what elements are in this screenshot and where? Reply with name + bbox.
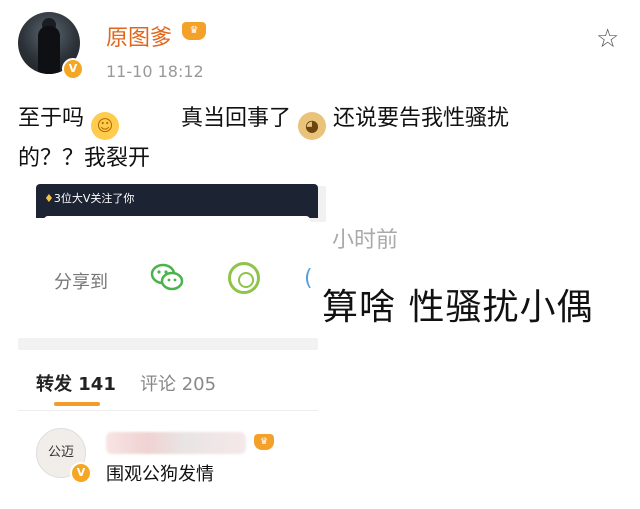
partial-share-icon[interactable]: ( xyxy=(304,266,318,291)
repost-crown-icon: ♛ xyxy=(254,434,274,450)
wechat-icon[interactable] xyxy=(150,262,184,292)
thinking-face-emoji-icon: ☺ xyxy=(91,112,120,140)
notification-text: ♦3位大V关注了你 xyxy=(44,192,135,205)
tab-comment-count: 205 xyxy=(181,374,217,395)
overlay-time-ago: 小时前 xyxy=(332,228,399,253)
tab-divider xyxy=(18,410,318,411)
post-text-segment: 至于吗 xyxy=(18,106,85,131)
username[interactable]: 原图爹 xyxy=(106,20,172,52)
tab-repost[interactable]: 转发 141 xyxy=(36,370,116,396)
tab-repost-label: 转发 xyxy=(36,374,72,395)
repost-text: 围观公狗发情 xyxy=(106,464,214,485)
post-text-segment: 还说要告我性骚扰 xyxy=(333,106,510,131)
crown-icon: ♛ xyxy=(182,22,206,40)
moments-icon[interactable] xyxy=(228,262,260,294)
favorite-star-icon[interactable]: ☆ xyxy=(596,24,619,54)
tab-comment[interactable]: 评论 205 xyxy=(140,370,216,396)
blurred-username[interactable] xyxy=(106,432,246,454)
verified-badge-icon: V xyxy=(62,58,84,80)
active-tab-indicator xyxy=(54,402,100,406)
overlay-caption: 算啥 性骚扰小偶 xyxy=(322,287,594,328)
post-timestamp: 11-10 18:12 xyxy=(106,62,204,81)
tab-repost-count: 141 xyxy=(78,374,116,395)
section-separator xyxy=(18,338,318,350)
notification-card-edge xyxy=(44,216,310,224)
share-label: 分享到 xyxy=(54,272,108,293)
repost-verified-badge-icon: V xyxy=(70,462,92,484)
tab-comment-label: 评论 xyxy=(140,374,176,395)
avatar-figure-body xyxy=(38,26,60,74)
doge-emoji-icon: ◕ xyxy=(298,112,327,140)
post-text-line-2: 的？？我裂开 xyxy=(18,146,151,171)
post-text-segment: 真当回事了 xyxy=(181,106,292,131)
post-text-line-1: 至于吗 ☺ 真当回事了 ◕ 还说要告我性骚扰 xyxy=(18,100,509,140)
